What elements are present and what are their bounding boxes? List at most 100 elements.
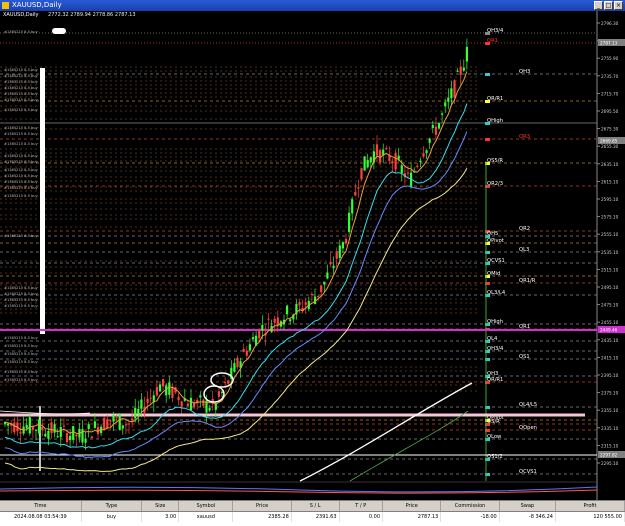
order-label: #1365215 8.5 buy: [4, 344, 39, 348]
candle-body: [155, 386, 158, 396]
column-header[interactable]: Price: [382, 501, 442, 512]
level-label: QH3/4: [487, 346, 504, 352]
candle-body: [180, 401, 183, 407]
column-header[interactable]: Symbol: [178, 501, 234, 512]
order-label: #1365215 8.5 buy: [4, 194, 39, 198]
candle-body: [267, 318, 270, 320]
candle-body: [217, 391, 220, 397]
level-label: QOpen: [519, 425, 537, 431]
minimize-button[interactable]: _: [594, 1, 603, 10]
candle-body: [428, 138, 431, 143]
column-header[interactable]: Size: [141, 501, 180, 512]
candle-body: [242, 348, 245, 352]
candle-body: [320, 285, 323, 293]
candle-body: [44, 433, 47, 437]
level-label: QMid: [487, 271, 500, 277]
column-header[interactable]: Time: [0, 501, 82, 512]
order-label: #1365215 8.5 buy: [4, 80, 39, 84]
price-tick-label: 2375.10: [601, 391, 619, 396]
price-tick-label: 2695.50: [601, 109, 619, 114]
price-label: 2449.46: [600, 328, 618, 333]
candle-body: [341, 242, 344, 249]
close-button[interactable]: ×: [614, 1, 623, 10]
level-label: QCVS1: [487, 258, 505, 264]
candle-body: [199, 395, 202, 398]
column-header[interactable]: S / L: [291, 501, 340, 512]
ma-orange-line: [4, 71, 468, 435]
ma-white-left: [0, 410, 91, 415]
column-header[interactable]: Type: [81, 501, 143, 512]
order-label: #1365215 8.5 buy: [4, 86, 39, 90]
level-label: QR3: [519, 134, 530, 140]
order-label: #1365215 8.5 buy: [4, 370, 39, 374]
level-label: QH5: [487, 231, 498, 237]
candle-body: [236, 357, 239, 368]
chart-info: XAUUSD,Daily 2772.32 2789.94 2778.86 278…: [3, 12, 136, 18]
candle-body: [171, 386, 174, 399]
top-label-pill: [52, 28, 66, 34]
trade-cell: buy: [81, 511, 143, 522]
candle-body: [193, 402, 196, 407]
price-chart[interactable]: 2796.302775.902755.902735.702715.702695.…: [0, 11, 625, 500]
candle-body: [47, 430, 50, 439]
candle-body: [202, 399, 205, 406]
chart-symbol: XAUUSD,Daily: [3, 12, 39, 18]
order-label: #1365215 8.5 buy: [4, 360, 39, 364]
chart-ohlc: 2772.32 2789.94 2778.86 2787.13: [48, 12, 136, 18]
candle-body: [419, 160, 422, 163]
price-tick-label: 2595.10: [601, 197, 619, 202]
price-label: 2297.82: [600, 453, 618, 458]
order-label: #1365215 8.5 buy: [4, 68, 39, 72]
column-header[interactable]: Price: [232, 501, 292, 512]
candle-body: [335, 251, 338, 259]
candle-body: [127, 423, 131, 425]
column-header[interactable]: Swap: [499, 501, 556, 512]
candle-body: [437, 123, 441, 129]
order-label: #1365215 8.5 buy: [4, 132, 39, 136]
order-label: #1365215 8.5 buy: [4, 154, 39, 158]
candle-body: [137, 408, 140, 414]
candle-body: [363, 156, 366, 171]
candle-body: [41, 426, 44, 430]
trade-cell: 2391.63: [291, 511, 340, 522]
candle-body: [400, 165, 403, 173]
order-label: #1365215 8.5 buy: [4, 298, 39, 302]
chart-canvas[interactable]: 2796.302775.902755.902735.702715.702695.…: [0, 11, 625, 500]
candle-body: [273, 318, 276, 323]
price-label: 2669.85: [600, 139, 618, 144]
trade-cell: 3.00: [141, 511, 180, 522]
trade-cell: -8 346.24: [499, 511, 556, 522]
candle-body: [406, 172, 410, 174]
candle-body: [162, 379, 165, 387]
level-label: QL4: [487, 336, 498, 342]
trade-row[interactable]: 2024.08.08 03:54:39 buy 3.00 xauusd 2385.28 2…: [0, 511, 625, 522]
order-label: #1365215 8.5 buy: [4, 286, 39, 290]
column-header[interactable]: Commission: [440, 501, 500, 512]
column-header[interactable]: T / P: [339, 501, 384, 512]
candle-body: [360, 168, 363, 180]
price-tick-label: 2455.10: [601, 320, 619, 325]
candle-body: [326, 272, 329, 279]
candle-body: [233, 363, 236, 372]
price-tick-label: 2515.10: [601, 267, 619, 272]
candle-body: [115, 417, 118, 419]
candle-body: [13, 422, 16, 433]
candle-body: [416, 165, 419, 167]
candle-body: [93, 421, 96, 428]
candle-body: [25, 424, 28, 429]
candle-body: [453, 80, 456, 98]
candle-body: [276, 317, 279, 325]
trade-cell: 120 555.00: [555, 511, 625, 522]
candle-body: [75, 434, 78, 437]
candle-body: [131, 418, 134, 421]
candle-body: [168, 382, 171, 395]
order-label: #1365215 8.5 buy: [4, 160, 39, 164]
candle-body: [177, 396, 180, 401]
level-label: QL4/L5: [519, 402, 537, 408]
level-label: QH3/4: [487, 28, 504, 34]
level-label: QCVS1: [519, 469, 537, 475]
maximize-button[interactable]: □: [604, 1, 613, 10]
column-header[interactable]: Profit: [555, 501, 625, 512]
level-label: QHigh: [487, 319, 503, 325]
candle-body: [34, 429, 38, 431]
